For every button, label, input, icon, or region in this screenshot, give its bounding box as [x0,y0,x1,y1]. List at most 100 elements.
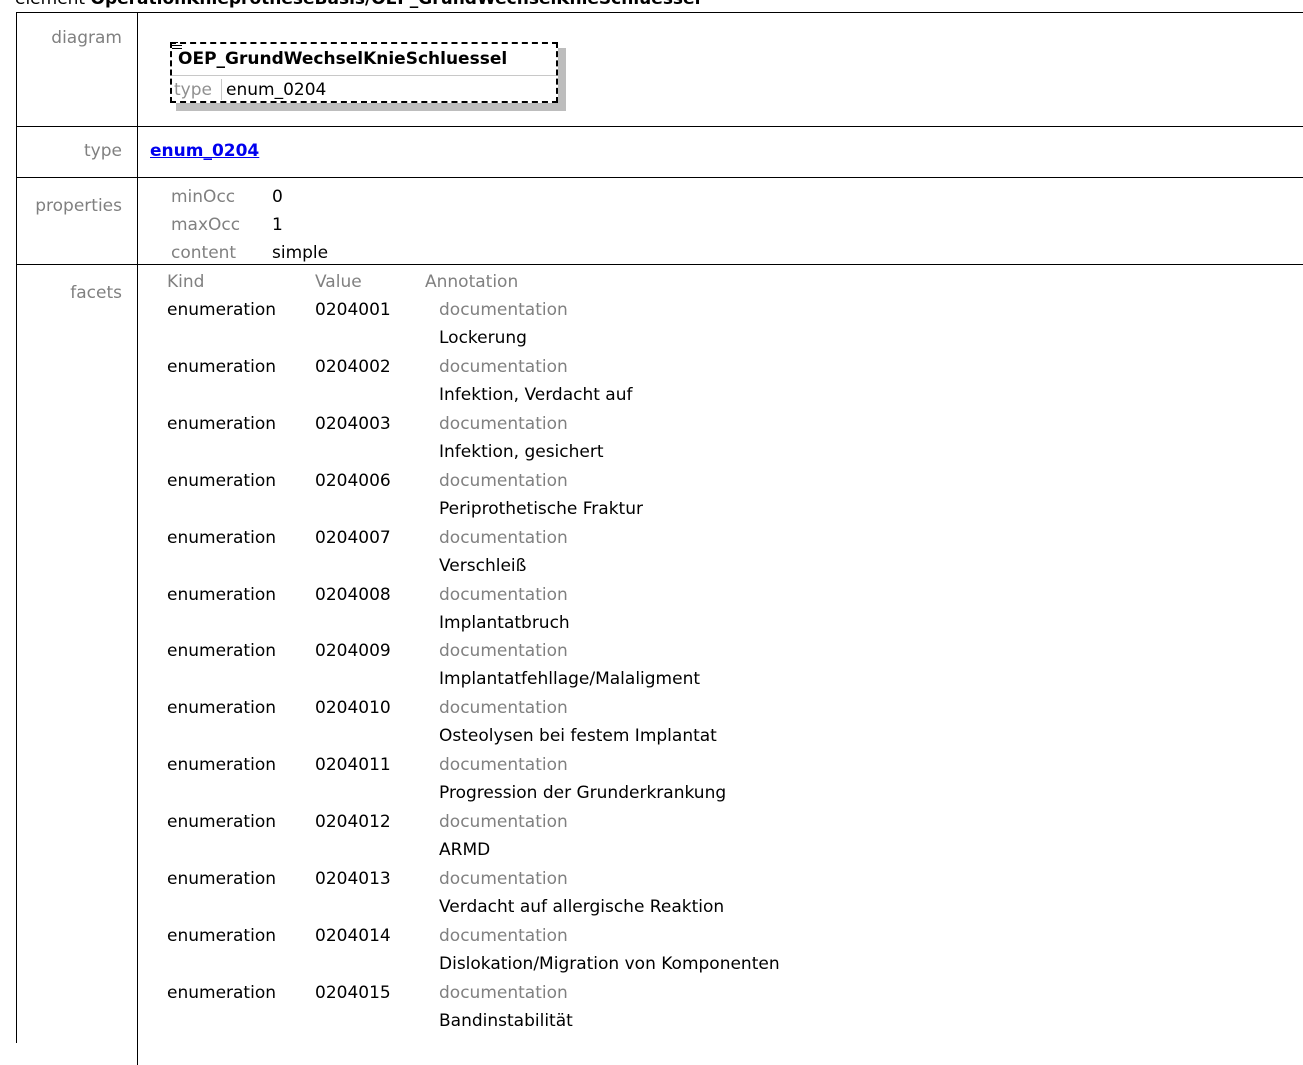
diagram-divider [172,75,556,76]
facet-doc-label: documentation [439,925,568,946]
facet-row: enumeration 0204007 documentation Verschlei… [139,528,1303,585]
diagram-label-cell: diagram [17,13,138,126]
element-diagram-box[interactable]: OEP_GrundWechselKnieSchluessel type enum… [170,42,558,103]
facet-doc-text: Dislokation/Migration von Komponenten [439,953,780,974]
type-label: type [84,141,122,161]
facet-doc-label: documentation [439,584,568,605]
facet-kind: enumeration [167,755,276,776]
facet-value: 0204002 [315,356,391,377]
facet-doc-text: Osteolysen bei festem Implantat [439,726,717,747]
facet-doc-label: documentation [439,527,568,548]
property-value: 1 [272,215,283,235]
facet-doc-label: documentation [439,869,568,889]
type-content-cell: enum_0204 [139,127,1303,177]
facet-row: enumeration 0204011 documentation Progressi… [139,755,1303,812]
facet-doc-text: Implantatfehllage/Malaligment [439,669,701,690]
type-link[interactable]: enum_0204 [150,141,259,161]
facet-doc-label: documentation [439,812,568,833]
facet-doc-label: documentation [439,413,568,434]
property-value: simple [272,243,329,263]
facet-kind: enumeration [167,470,276,491]
diagram-row: diagram OEP_GrundWechselKnieSchluessel t… [17,13,1303,127]
diagram-element-name: OEP_GrundWechselKnieSchluessel [178,49,508,69]
diagram-label: diagram [51,28,122,48]
facet-doc-text: Lockerung [439,328,527,348]
facet-doc-label: documentation [439,982,568,1003]
facet-doc-text: Implantatbruch [439,612,570,633]
page-heading: element OperationKnieprotheseBasis/OEP_G… [15,0,700,10]
heading-prefix: element [15,0,91,9]
facet-row: enumeration 0204013 documentation Verdacht … [139,869,1303,926]
heading-path: OperationKnieprotheseBasis/OEP_GrundWech… [91,0,701,9]
type-row: type enum_0204 [17,127,1303,178]
facet-value: 0204014 [315,925,391,946]
facet-kind: enumeration [167,698,276,719]
diagram-content-cell: OEP_GrundWechselKnieSchluessel type enum… [139,13,1303,126]
facet-row: enumeration 0204010 documentation Osteolyse… [139,698,1303,755]
properties-label-cell: properties [17,178,138,264]
facet-kind: enumeration [167,527,276,548]
facet-value: 0204013 [315,869,391,889]
facet-doc-label: documentation [439,641,568,662]
facet-row: enumeration 0204009 documentation Implantat… [139,641,1303,698]
facet-kind: enumeration [167,300,276,320]
facet-row: enumeration 0204012 documentation ARMD [139,812,1303,869]
property-key: minOcc [171,187,236,207]
facet-row: enumeration 0204008 documentation Implantat… [139,585,1303,642]
facet-kind: enumeration [167,869,276,889]
facet-doc-label: documentation [439,300,568,320]
facet-value: 0204008 [315,584,391,605]
facet-row: enumeration 0204002 documentation Infektion… [139,357,1303,414]
facet-value: 0204015 [315,982,391,1003]
documentation-table: diagram OEP_GrundWechselKnieSchluessel t… [16,12,1303,1065]
facet-row: enumeration 0204001 documentation Lockerung [139,300,1303,357]
properties-label: properties [35,196,122,216]
facet-doc-label: documentation [439,755,568,776]
facet-row: enumeration 0204003 documentation Infektion… [139,414,1303,471]
facet-kind: enumeration [167,641,276,662]
facets-header-annotation: Annotation [425,272,519,292]
facet-row: enumeration 0204006 documentation Periproth… [139,471,1303,528]
type-label-cell: type [17,127,138,177]
facets-header-value: Value [315,272,362,292]
facet-doc-text: Infektion, gesichert [439,441,604,462]
facet-kind: enumeration [167,356,276,377]
facet-value: 0204009 [315,641,391,662]
facets-header-kind: Kind [167,272,205,292]
facet-kind: enumeration [167,413,276,434]
diagram-type-separator [221,79,222,100]
facet-doc-text: Verdacht auf allergische Reaktion [439,897,725,917]
properties-content-cell: minOcc 0 maxOcc 1 content simple [139,178,1303,264]
facet-kind: enumeration [167,584,276,605]
facet-doc-text: Infektion, Verdacht auf [439,384,633,405]
facets-content-cell: Kind Value Annotation enumeration 0204001… [139,265,1303,1065]
facet-value: 0204006 [315,470,391,491]
facet-value: 0204011 [315,755,391,776]
facet-doc-label: documentation [439,698,568,719]
facets-label: facets [70,283,122,303]
facets-label-cell: facets [17,265,138,1065]
facet-doc-label: documentation [439,470,568,491]
diagram-type-value: enum_0204 [226,80,327,100]
properties-row: properties minOcc 0 maxOcc 1 content sim… [17,178,1303,265]
facet-row: enumeration 0204015 documentation Bandinsta… [139,983,1303,1040]
diagram-type-label: type [174,80,212,100]
property-key: maxOcc [171,215,241,235]
facet-doc-text: Periprothetische Fraktur [439,498,643,519]
property-value: 0 [272,187,283,207]
facet-doc-text: ARMD [439,840,491,861]
facet-value: 0204007 [315,527,391,548]
facet-kind: enumeration [167,812,276,833]
facet-doc-label: documentation [439,356,568,377]
facet-kind: enumeration [167,925,276,946]
facets-row: facets Kind Value Annotation enumeration… [17,265,1303,1065]
facet-value: 0204012 [315,812,391,833]
facet-value: 0204010 [315,698,391,719]
property-key: content [171,243,237,263]
facet-doc-text: Verschleiß [439,555,527,576]
facet-kind: enumeration [167,982,276,1003]
facet-value: 0204001 [315,300,391,320]
facet-value: 0204003 [315,413,391,434]
facet-row: enumeration 0204014 documentation Dislokati… [139,926,1303,983]
facet-doc-text: Progression der Grunderkrankung [439,783,727,804]
